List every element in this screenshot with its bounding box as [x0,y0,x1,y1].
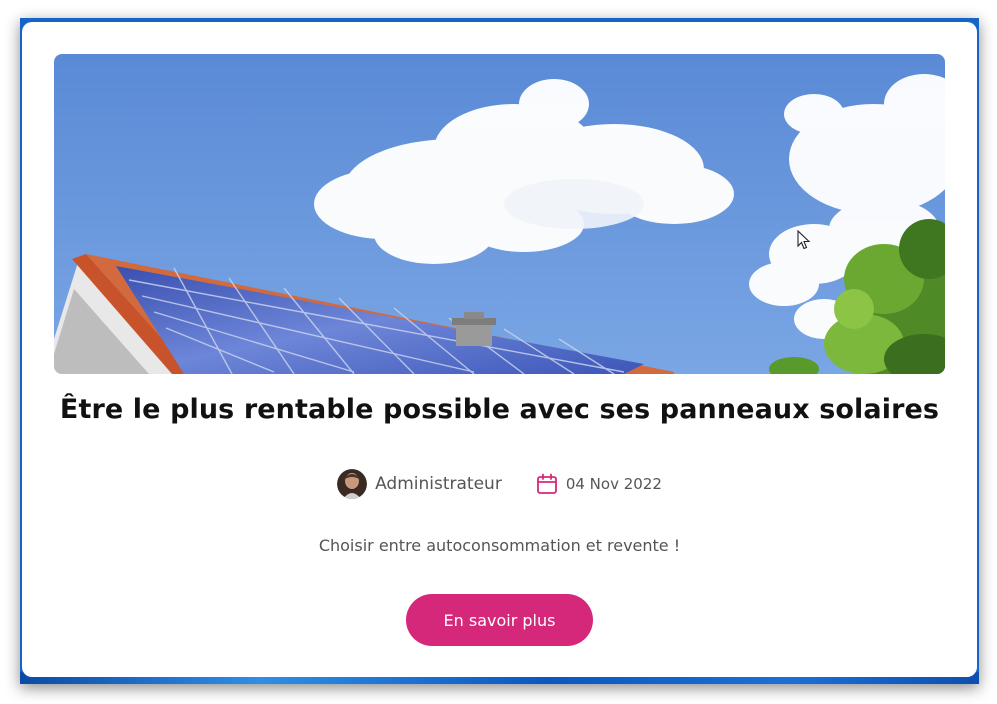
author-name: Administrateur [375,474,502,494]
read-more-button[interactable]: En savoir plus [406,594,593,646]
article-card: Être le plus rentable possible avec ses … [22,22,977,677]
publish-date: 04 Nov 2022 [565,475,662,493]
author-avatar-icon [337,469,368,499]
author-info: Administrateur [337,469,502,499]
article-hero-image[interactable] [54,54,945,374]
article-excerpt: Choisir entre autoconsommation et revent… [318,536,681,555]
article-meta: Administrateur 04 Nov 2022 [22,466,977,502]
calendar-icon [536,473,557,494]
solar-roof-illustration [54,54,945,374]
mouse-cursor-icon [797,230,811,250]
date-info: 04 Nov 2022 [536,473,662,495]
article-title[interactable]: Être le plus rentable possible avec ses … [22,394,977,425]
